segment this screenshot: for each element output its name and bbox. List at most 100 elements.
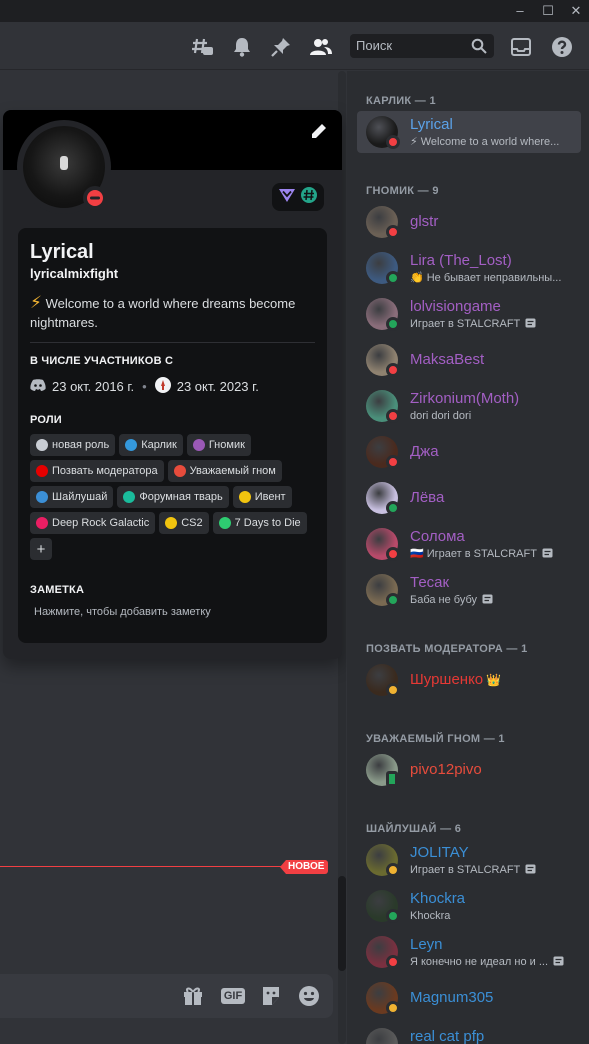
- member-item[interactable]: lolvisiongame Играет в STALCRAFT: [357, 293, 581, 335]
- message-composer[interactable]: GIF: [0, 974, 333, 1018]
- emoji-icon[interactable]: [297, 985, 321, 1007]
- member-item[interactable]: Leyn Я конечно не идеал но и ...: [357, 931, 581, 973]
- help-icon[interactable]: [551, 36, 573, 58]
- search-input[interactable]: Поиск: [350, 34, 494, 58]
- role-color-dot: [36, 439, 48, 451]
- minimize-button[interactable]: –: [512, 3, 528, 19]
- member-group-header: ШАЙЛУШАЙ — 6: [366, 823, 462, 835]
- sticker-icon[interactable]: [259, 985, 283, 1007]
- member-item[interactable]: Lyrical ⚡ Welcome to a world where...: [357, 111, 581, 153]
- bio-text: Welcome to a world where dreams become n…: [30, 296, 296, 330]
- role-pill[interactable]: Deep Rock Galactic: [30, 512, 156, 534]
- member-item[interactable]: Лёва: [357, 477, 581, 519]
- member-name: Лёва: [410, 489, 444, 507]
- notification-bell-icon[interactable]: [231, 36, 253, 58]
- member-name-text: Джа: [410, 443, 439, 460]
- channel-header: Поиск: [0, 22, 589, 70]
- new-messages-badge[interactable]: НОВОЕ: [280, 860, 329, 874]
- member-name-text: Солома: [410, 528, 465, 545]
- pencil-icon: [311, 123, 327, 144]
- scrollbar-thumb[interactable]: [338, 876, 346, 971]
- member-since-row: 23 окт. 2016 г. • 23 окт. 2023 г.: [30, 377, 315, 396]
- username[interactable]: lyricalmixfight: [30, 266, 315, 281]
- role-color-dot: [125, 439, 138, 451]
- role-pill[interactable]: Карлик: [119, 434, 183, 456]
- add-role-button[interactable]: +: [30, 538, 52, 560]
- maximize-button[interactable]: ☐: [540, 3, 556, 19]
- threads-icon[interactable]: [192, 36, 214, 58]
- member-activity: Я конечно не идеал но и ...: [410, 955, 564, 969]
- separator: •: [142, 379, 147, 394]
- profile-info-card: Lyrical lyricalmixfight ⚡ Welcome to a w…: [18, 228, 327, 643]
- role-pill[interactable]: Форумная тварь: [117, 486, 229, 508]
- member-activity: 👏 Не бывает неправильны...: [410, 271, 561, 285]
- role-pill[interactable]: Шайлушай: [30, 486, 114, 508]
- member-name-text: MaksaBest: [410, 351, 485, 368]
- roles-title: РОЛИ: [30, 414, 62, 426]
- window-titlebar: – ☐ ✕: [0, 0, 589, 22]
- status-emoji: 🇷🇺: [410, 548, 424, 560]
- member-activity: Играет в STALCRAFT: [410, 317, 536, 331]
- online-status-icon: [386, 501, 400, 515]
- member-item[interactable]: Khockra Khockra: [357, 885, 581, 927]
- server-member-since: 23 окт. 2023 г.: [176, 379, 259, 394]
- role-color-dot: [36, 517, 48, 529]
- gift-icon[interactable]: [181, 985, 205, 1007]
- pin-icon[interactable]: [270, 36, 292, 58]
- member-item[interactable]: Zirkonium(Moth) dori dori dori: [357, 385, 581, 427]
- role-pill[interactable]: 7 Days to Die: [212, 512, 307, 534]
- role-name: Форумная тварь: [139, 491, 223, 503]
- activity-icon: [520, 318, 536, 330]
- member-name-text: Zirkonium(Moth): [410, 390, 520, 407]
- dnd-status-icon: [83, 186, 107, 210]
- gif-button[interactable]: GIF: [220, 985, 246, 1007]
- member-item[interactable]: glstr: [357, 201, 581, 243]
- dnd-status-icon: [386, 363, 400, 377]
- dnd-status-icon: [386, 455, 400, 469]
- dnd-status-icon: [386, 225, 400, 239]
- role-name: новая роль: [52, 439, 110, 451]
- member-activity: Khockra: [410, 909, 450, 923]
- display-name: Lyrical: [30, 241, 94, 263]
- member-item[interactable]: Джа: [357, 431, 581, 473]
- online-status-icon: [386, 271, 400, 285]
- member-name: Zirkonium(Moth): [410, 390, 519, 408]
- search-placeholder: Поиск: [356, 38, 393, 53]
- member-item[interactable]: pivo12pivo: [357, 749, 581, 791]
- member-since-title: В ЧИСЛЕ УЧАСТНИКОВ С: [30, 355, 174, 367]
- member-item[interactable]: JOLITAY Играет в STALCRAFT: [357, 839, 581, 881]
- member-item[interactable]: Тесак Баба не бубу: [357, 569, 581, 611]
- role-pill[interactable]: Уважаемый гном: [167, 460, 282, 482]
- close-button[interactable]: ✕: [568, 3, 584, 19]
- role-pill[interactable]: Гномик: [186, 434, 251, 456]
- note-input[interactable]: Нажмите, чтобы добавить заметку: [30, 606, 315, 618]
- activity-text: Welcome to a world where...: [420, 136, 560, 148]
- role-name: 7 Days to Die: [234, 517, 301, 529]
- inbox-icon[interactable]: [510, 36, 532, 58]
- member-item[interactable]: Шуршенко 👑: [357, 659, 581, 701]
- status-emoji: ⚡: [410, 136, 418, 148]
- role-color-dot: [36, 491, 48, 503]
- member-name: JOLITAY: [410, 844, 469, 862]
- member-item[interactable]: Lira (The_Lost) 👏 Не бывает неправильны...: [357, 247, 581, 289]
- role-pill[interactable]: новая роль: [30, 434, 116, 456]
- member-list-icon[interactable]: [310, 36, 332, 58]
- role-name: Ивент: [254, 491, 286, 503]
- role-name: CS2: [181, 517, 203, 529]
- member-name: lolvisiongame: [410, 298, 501, 316]
- member-item[interactable]: Magnum305: [357, 977, 581, 1019]
- server-tag-badge-icon[interactable]: [300, 186, 318, 209]
- online-status-icon: [386, 317, 400, 331]
- member-group-header: КАРЛИК — 1: [366, 95, 436, 107]
- hypesquad-badge-icon[interactable]: [278, 186, 296, 209]
- profile-avatar[interactable]: [17, 120, 111, 214]
- role-pill[interactable]: CS2: [159, 512, 209, 534]
- member-item[interactable]: MaksaBest: [357, 339, 581, 381]
- edit-profile-button[interactable]: [308, 122, 330, 144]
- role-pill[interactable]: Позвать модератора: [30, 460, 164, 482]
- role-color-dot: [238, 491, 251, 503]
- role-pill[interactable]: Ивент: [232, 486, 292, 508]
- member-item[interactable]: Солома 🇷🇺 Играет в STALCRAFT: [357, 523, 581, 565]
- member-item[interactable]: real cat pfp😀for any questions 2202 20..…: [357, 1023, 581, 1044]
- role-color-dot: [165, 517, 178, 529]
